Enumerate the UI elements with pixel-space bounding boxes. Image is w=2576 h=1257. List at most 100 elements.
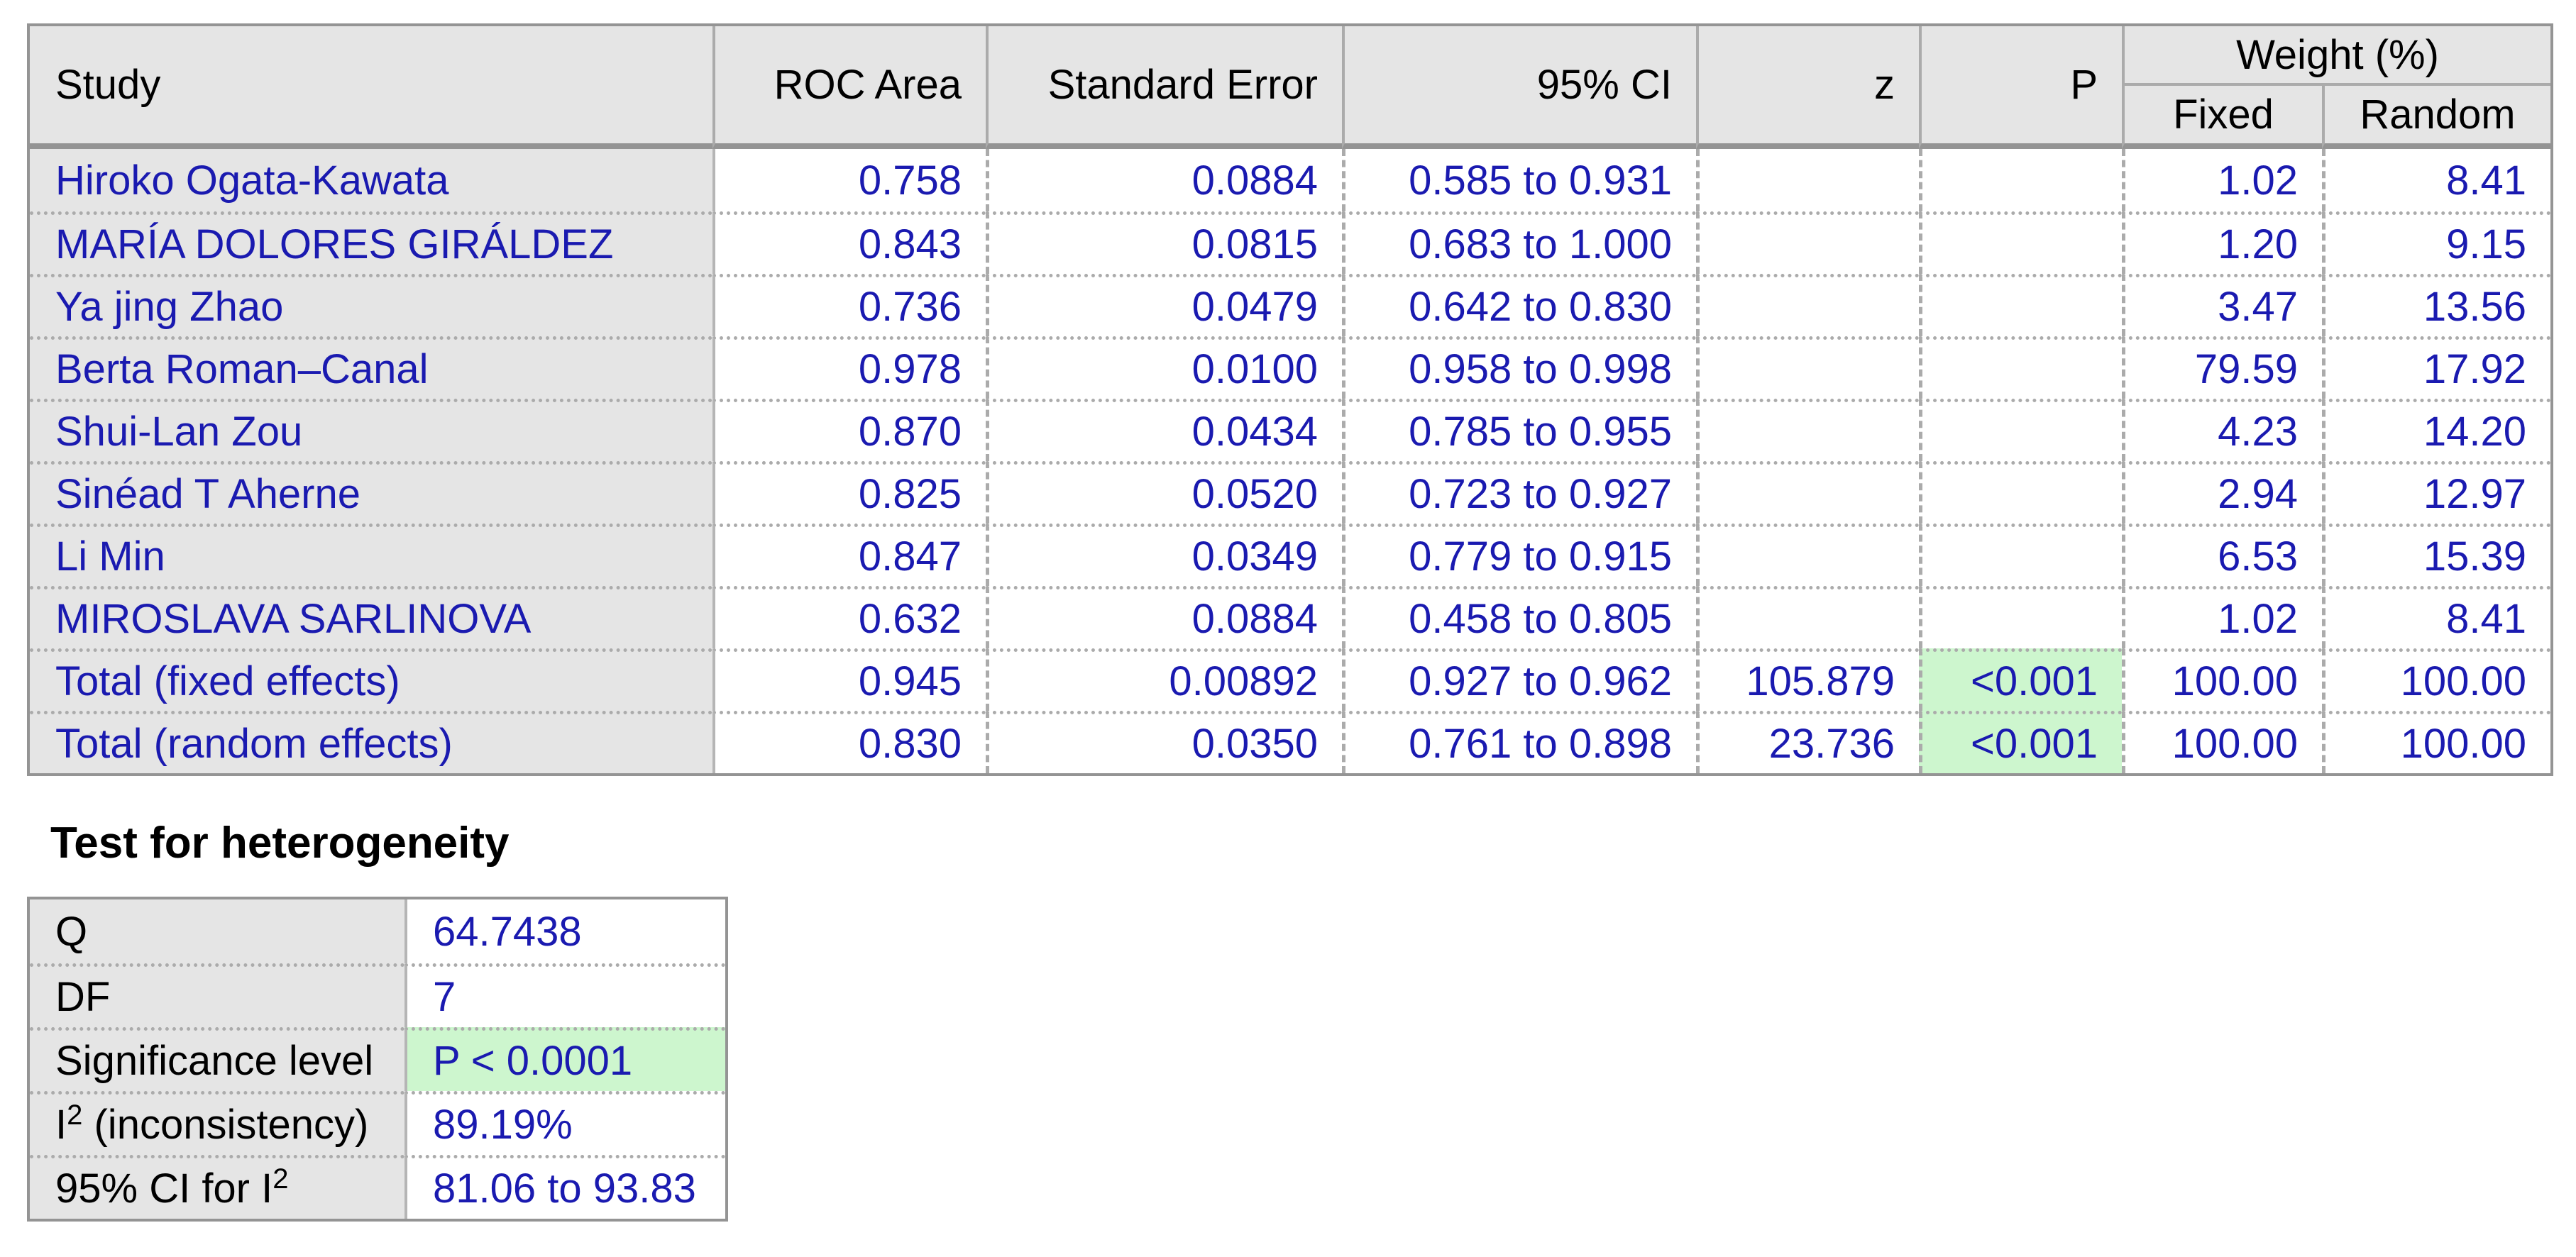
cell-95ci: 0.683 to 1.000	[1342, 211, 1696, 274]
het-label: I2 (inconsistency)	[30, 1091, 404, 1155]
het-value: 64.7438	[404, 899, 725, 963]
cell-95ci: 0.458 to 0.805	[1342, 586, 1696, 648]
col-header-95ci: 95% CI	[1342, 26, 1696, 149]
het-value-significant: P < 0.0001	[404, 1027, 725, 1091]
het-value: 89.19%	[404, 1091, 725, 1155]
cell-p	[1919, 149, 2122, 211]
het-label: Q	[30, 899, 404, 963]
cell-roc-area: 0.736	[712, 274, 986, 336]
cell-weight-random: 8.41	[2322, 149, 2550, 211]
cell-study-name: Berta Roman–Canal	[30, 336, 712, 399]
col-header-p: P	[1919, 26, 2122, 149]
cell-z	[1696, 524, 1919, 586]
cell-z	[1696, 211, 1919, 274]
cell-weight-random: 12.97	[2322, 461, 2550, 524]
cell-study-name: Li Min	[30, 524, 712, 586]
cell-weight-random: 17.92	[2322, 336, 2550, 399]
cell-95ci: 0.642 to 0.830	[1342, 274, 1696, 336]
heterogeneity-table: Q 64.7438 DF 7 Significance level P < 0.…	[27, 897, 728, 1222]
cell-weight-random: 13.56	[2322, 274, 2550, 336]
cell-p	[1919, 524, 2122, 586]
het-label: Significance level	[30, 1027, 404, 1091]
cell-roc-area: 0.843	[712, 211, 986, 274]
cell-weight-fixed: 79.59	[2122, 336, 2322, 399]
table-row: Li Min 0.847 0.0349 0.779 to 0.915 6.53 …	[30, 524, 2550, 586]
cell-95ci: 0.585 to 0.931	[1342, 149, 1696, 211]
cell-p	[1919, 461, 2122, 524]
cell-95ci: 0.927 to 0.962	[1342, 648, 1696, 711]
col-header-weight-group: Weight (%)	[2122, 26, 2550, 86]
cell-p	[1919, 336, 2122, 399]
cell-z: 105.879	[1696, 648, 1919, 711]
cell-standard-error: 0.0479	[986, 274, 1342, 336]
cell-weight-fixed: 1.02	[2122, 586, 2322, 648]
cell-weight-fixed: 3.47	[2122, 274, 2322, 336]
cell-standard-error: 0.0520	[986, 461, 1342, 524]
table-row-total-fixed: Total (fixed effects) 0.945 0.00892 0.92…	[30, 648, 2550, 711]
cell-z	[1696, 586, 1919, 648]
cell-95ci: 0.761 to 0.898	[1342, 711, 1696, 773]
cell-roc-area: 0.830	[712, 711, 986, 773]
cell-standard-error: 0.0815	[986, 211, 1342, 274]
cell-weight-fixed: 100.00	[2122, 711, 2322, 773]
cell-95ci: 0.723 to 0.927	[1342, 461, 1696, 524]
col-header-study: Study	[30, 26, 712, 149]
cell-study-name: Total (fixed effects)	[30, 648, 712, 711]
cell-weight-random: 100.00	[2322, 711, 2550, 773]
cell-roc-area: 0.825	[712, 461, 986, 524]
cell-standard-error: 0.0100	[986, 336, 1342, 399]
cell-standard-error: 0.0884	[986, 586, 1342, 648]
cell-weight-fixed: 2.94	[2122, 461, 2322, 524]
table-row: MIROSLAVA SARLINOVA 0.632 0.0884 0.458 t…	[30, 586, 2550, 648]
cell-z	[1696, 336, 1919, 399]
cell-standard-error: 0.0434	[986, 399, 1342, 461]
table-row: Shui-Lan Zou 0.870 0.0434 0.785 to 0.955…	[30, 399, 2550, 461]
cell-weight-random: 9.15	[2322, 211, 2550, 274]
cell-standard-error: 0.0349	[986, 524, 1342, 586]
medcalc-results-page: { "colors": { "value_blue": "#1A1AB0", "…	[0, 0, 2576, 1257]
table-row-total-random: Total (random effects) 0.830 0.0350 0.76…	[30, 711, 2550, 773]
cell-95ci: 0.785 to 0.955	[1342, 399, 1696, 461]
col-header-z: z	[1696, 26, 1919, 149]
table-row: Hiroko Ogata-Kawata 0.758 0.0884 0.585 t…	[30, 149, 2550, 211]
het-label: 95% CI for I2	[30, 1155, 404, 1219]
cell-roc-area: 0.758	[712, 149, 986, 211]
het-row-inconsistency: I2 (inconsistency) 89.19%	[30, 1091, 725, 1155]
heterogeneity-section-title: Test for heterogeneity	[50, 819, 510, 868]
cell-standard-error: 0.0884	[986, 149, 1342, 211]
cell-weight-random: 8.41	[2322, 586, 2550, 648]
cell-p-significant: <0.001	[1919, 648, 2122, 711]
cell-standard-error: 0.00892	[986, 648, 1342, 711]
cell-study-name: Total (random effects)	[30, 711, 712, 773]
table-row: Berta Roman–Canal 0.978 0.0100 0.958 to …	[30, 336, 2550, 399]
cell-study-name: MARÍA DOLORES GIRÁLDEZ	[30, 211, 712, 274]
col-header-weight-random: Random	[2322, 86, 2550, 149]
cell-weight-random: 100.00	[2322, 648, 2550, 711]
cell-weight-fixed: 1.02	[2122, 149, 2322, 211]
cell-roc-area: 0.945	[712, 648, 986, 711]
het-row-ci-i2: 95% CI for I2 81.06 to 93.83	[30, 1155, 725, 1219]
cell-z	[1696, 149, 1919, 211]
table-row: Sinéad T Aherne 0.825 0.0520 0.723 to 0.…	[30, 461, 2550, 524]
cell-weight-random: 15.39	[2322, 524, 2550, 586]
cell-weight-fixed: 100.00	[2122, 648, 2322, 711]
cell-study-name: Hiroko Ogata-Kawata	[30, 149, 712, 211]
cell-p	[1919, 274, 2122, 336]
het-value: 7	[404, 963, 725, 1027]
cell-roc-area: 0.870	[712, 399, 986, 461]
cell-roc-area: 0.847	[712, 524, 986, 586]
cell-weight-fixed: 1.20	[2122, 211, 2322, 274]
table-row: MARÍA DOLORES GIRÁLDEZ 0.843 0.0815 0.68…	[30, 211, 2550, 274]
cell-study-name: Sinéad T Aherne	[30, 461, 712, 524]
cell-roc-area: 0.978	[712, 336, 986, 399]
cell-p	[1919, 586, 2122, 648]
het-value: 81.06 to 93.83	[404, 1155, 725, 1219]
cell-weight-fixed: 6.53	[2122, 524, 2322, 586]
cell-p	[1919, 399, 2122, 461]
col-header-standard-error: Standard Error	[986, 26, 1342, 149]
table-row: Ya jing Zhao 0.736 0.0479 0.642 to 0.830…	[30, 274, 2550, 336]
het-row-q: Q 64.7438	[30, 899, 725, 963]
cell-95ci: 0.958 to 0.998	[1342, 336, 1696, 399]
cell-z	[1696, 399, 1919, 461]
cell-z	[1696, 274, 1919, 336]
